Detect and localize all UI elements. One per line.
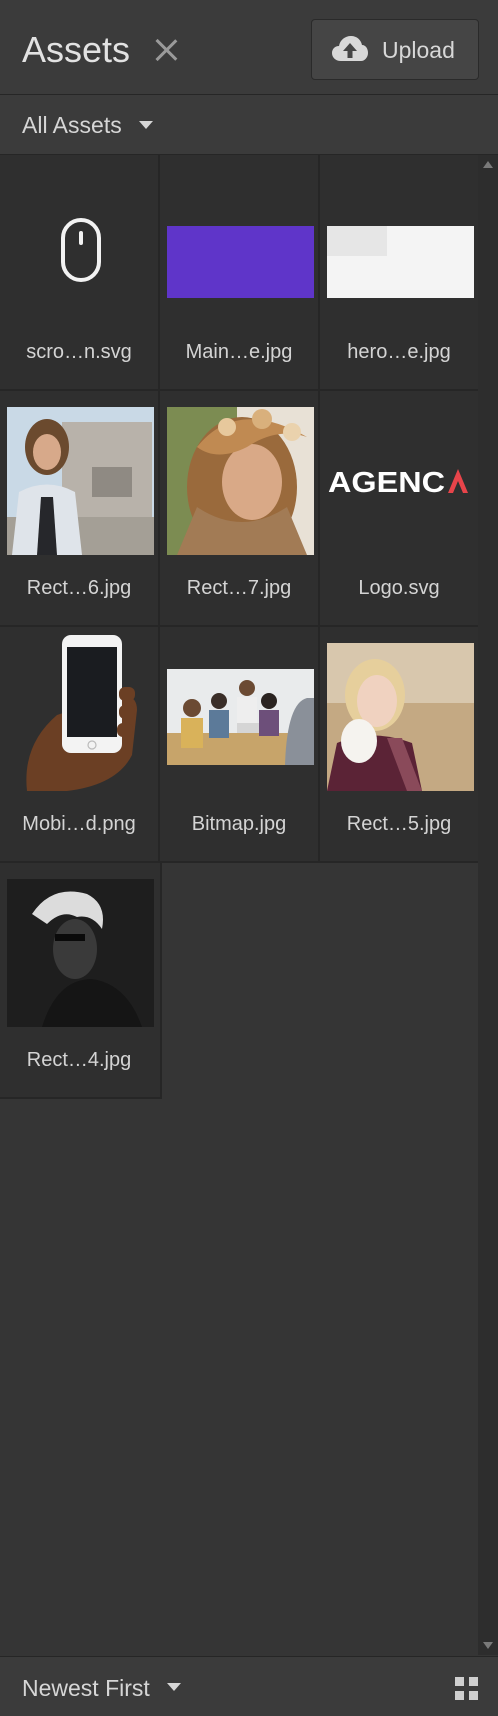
upload-button[interactable]: Upload (311, 19, 479, 80)
asset-tile[interactable]: Mobi…d.png (0, 627, 160, 863)
asset-thumbnail (167, 643, 314, 791)
asset-thumbnail (7, 635, 154, 791)
asset-thumbnail (167, 171, 314, 319)
mouse-icon (7, 171, 154, 319)
cloud-upload-icon (332, 36, 368, 61)
panel-title: Assets (22, 29, 131, 70)
asset-name: Rect…7.jpg (186, 577, 292, 599)
asset-name: Main…e.jpg (185, 341, 293, 363)
asset-tile[interactable]: Rect…6.jpg (0, 391, 160, 627)
asset-tile[interactable]: AGENC Logo.svg (320, 391, 480, 627)
close-icon[interactable] (152, 36, 180, 64)
grid-view-icon[interactable] (455, 1677, 479, 1701)
asset-thumbnail (7, 407, 154, 555)
asset-tile[interactable]: Main…e.jpg (160, 155, 320, 391)
assets-header: Assets Upload (0, 0, 498, 95)
asset-name: Rect…5.jpg (346, 813, 452, 835)
scroll-down-icon[interactable] (483, 1642, 493, 1649)
asset-name: Mobi…d.png (22, 813, 136, 835)
scroll-up-icon[interactable] (483, 161, 493, 168)
filter-bar: All Assets (0, 95, 498, 155)
grid-scrollbar[interactable] (478, 155, 498, 1655)
asset-name: Rect…6.jpg (26, 577, 132, 599)
asset-thumbnail (327, 171, 474, 319)
asset-name: scro…n.svg (26, 341, 132, 363)
asset-name: Logo.svg (358, 577, 440, 599)
asset-name: Rect…4.jpg (26, 1049, 132, 1071)
asset-name: Bitmap.jpg (191, 813, 287, 835)
assets-footer: Newest First (0, 1656, 498, 1716)
chevron-down-icon[interactable] (167, 1683, 181, 1691)
asset-thumbnail (327, 643, 474, 791)
asset-thumbnail (7, 879, 154, 1027)
asset-filter-dropdown[interactable]: All Assets (22, 112, 122, 139)
sort-dropdown[interactable]: Newest First (22, 1675, 150, 1702)
chevron-down-icon[interactable] (139, 121, 153, 129)
asset-tile[interactable]: Rect…5.jpg (320, 627, 480, 863)
upload-label: Upload (382, 37, 455, 63)
asset-tile[interactable]: hero…e.jpg (320, 155, 480, 391)
asset-name: hero…e.jpg (347, 341, 451, 363)
asset-tile[interactable]: Bitmap.jpg (160, 627, 320, 863)
asset-grid: scro…n.svg Main…e.jpg hero…e.jpg Rect…6.… (0, 155, 480, 1655)
asset-tile[interactable]: scro…n.svg (0, 155, 160, 391)
svg-text:AGENC: AGENC (328, 467, 445, 499)
asset-thumbnail (167, 407, 314, 555)
agency-logo: AGENC (327, 407, 474, 555)
asset-tile[interactable]: Rect…4.jpg (0, 863, 162, 1099)
asset-tile[interactable]: Rect…7.jpg (160, 391, 320, 627)
